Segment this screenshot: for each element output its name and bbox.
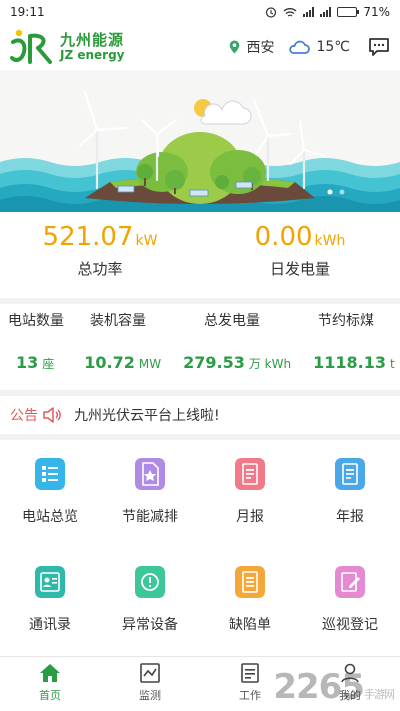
home-icon xyxy=(40,664,60,682)
stats-header-row: 电站数量 装机容量 总发电量 节约标煤 xyxy=(0,304,400,336)
announcement-text: 九州光伏云平台上线啦! xyxy=(74,408,220,424)
annual-report-icon xyxy=(335,458,365,490)
grid-item-abnormal-device[interactable]: 异常设备 xyxy=(100,548,200,656)
function-grid: 电站总览 节能减排 月报 年报 通讯录 异常设备 缺陷单 巡视登记 xyxy=(0,440,400,656)
tab-label: 工作 xyxy=(239,689,261,702)
station-overview-icon xyxy=(35,458,65,490)
total-power-unit: kW xyxy=(135,233,158,249)
stat-label-coal-saved: 节约标煤 xyxy=(318,313,374,329)
inspection-icon xyxy=(335,566,365,598)
daily-generation: 0.00 kWh 日发电量 xyxy=(200,212,400,298)
status-time: 19:11 xyxy=(10,5,45,19)
grid-label: 节能减排 xyxy=(122,509,178,525)
speaker-icon xyxy=(43,407,61,423)
total-power-value: 521.07 xyxy=(42,222,134,252)
announcement-label: 公告 xyxy=(10,408,38,424)
announcement-bar[interactable]: 公告 九州光伏云平台上线啦! xyxy=(0,396,400,434)
abnormal-device-icon xyxy=(135,566,165,598)
monthly-report-icon xyxy=(235,458,265,490)
cloud-weather-icon xyxy=(289,40,311,54)
grid-label: 异常设备 xyxy=(122,617,178,633)
stats-values-row: 13 座 10.72 MW 279.53 万 kWh 1118.13 t xyxy=(0,336,400,388)
location-text[interactable]: 西安 xyxy=(246,37,274,57)
grid-item-monthly-report[interactable]: 月报 xyxy=(200,440,300,548)
watermark-text: 手游网 xyxy=(364,688,395,701)
wifi-icon xyxy=(283,7,297,17)
grid-label: 巡视登记 xyxy=(322,617,378,633)
grid-label: 缺陷单 xyxy=(229,617,271,633)
daily-generation-label: 日发电量 xyxy=(269,260,330,278)
alarm-icon xyxy=(266,7,277,18)
header-right: 西安 15℃ xyxy=(229,37,390,57)
total-power-label: 总功率 xyxy=(77,260,123,278)
daily-generation-value: 0.00 xyxy=(254,222,313,252)
watermark: 2265手游网 xyxy=(273,667,395,707)
grid-label: 月报 xyxy=(236,509,264,525)
grid-item-defect-list[interactable]: 缺陷单 xyxy=(200,548,300,656)
grid-label: 年报 xyxy=(336,509,364,525)
grid-item-station-overview[interactable]: 电站总览 xyxy=(0,440,100,548)
energy-saving-icon xyxy=(135,458,165,490)
stat-value-coal-saved: 1118.13 xyxy=(313,352,386,372)
message-icon[interactable] xyxy=(368,37,390,57)
stat-value-station-count: 13 xyxy=(16,352,39,372)
signal-icon xyxy=(320,7,332,17)
total-power: 521.07 kW 总功率 xyxy=(0,212,200,298)
station-stats: 电站数量 装机容量 总发电量 节约标煤 13 座 10.72 MW 279.53 万 … xyxy=(0,304,400,390)
watermark-number: 2265 xyxy=(273,667,365,707)
monitor-icon xyxy=(140,663,160,683)
stat-label-installed-capacity: 装机容量 xyxy=(90,313,146,329)
work-icon xyxy=(241,663,259,683)
location-pin-icon[interactable] xyxy=(229,40,240,54)
brand-name-cn: 九州能源 xyxy=(60,30,125,49)
tab-label: 监测 xyxy=(139,689,161,702)
battery-percent: 71% xyxy=(363,5,390,19)
stat-label-station-count: 电站数量 xyxy=(8,313,64,329)
status-bar: 19:11 71% xyxy=(0,0,400,24)
stat-value-installed-capacity: 10.72 xyxy=(84,352,135,372)
tab-monitor[interactable]: 监测 xyxy=(100,657,200,711)
stat-unit-station-count: 座 xyxy=(42,356,55,371)
status-icons: 71% xyxy=(265,5,390,19)
grid-item-contacts[interactable]: 通讯录 xyxy=(0,548,100,656)
grid-item-energy-saving[interactable]: 节能减排 xyxy=(100,440,200,548)
signal-icon xyxy=(303,7,315,17)
brand-logo-icon xyxy=(10,29,52,64)
grid-label: 通讯录 xyxy=(29,617,71,633)
grid-item-annual-report[interactable]: 年报 xyxy=(300,440,400,548)
grid-item-inspection[interactable]: 巡视登记 xyxy=(300,548,400,656)
daily-generation-unit: kWh xyxy=(314,233,346,249)
grid-label: 电站总览 xyxy=(22,509,78,525)
battery-icon xyxy=(337,7,360,17)
app-screen: 19:11 71% 九州能源 JZ energy 西安 15℃ 521.07 k… xyxy=(0,0,400,711)
temperature-text: 15℃ xyxy=(316,39,350,55)
brand-name-en: JZ energy xyxy=(60,47,125,62)
stat-value-total-generation: 279.53 xyxy=(183,352,245,372)
app-header: 九州能源 JZ energy 西安 15℃ xyxy=(0,24,400,70)
stat-unit-coal-saved: t xyxy=(389,356,395,371)
stat-label-total-generation: 总发电量 xyxy=(204,313,260,329)
wind-solar-island-illustration xyxy=(0,70,400,212)
tab-home[interactable]: 首页 xyxy=(0,657,100,711)
stat-unit-installed-capacity: MW xyxy=(138,356,162,371)
tab-label: 首页 xyxy=(39,689,61,702)
defect-list-icon xyxy=(235,566,265,598)
power-summary: 521.07 kW 总功率 0.00 kWh 日发电量 xyxy=(0,212,400,298)
stat-unit-total-generation: 万 kWh xyxy=(248,356,292,371)
banner-illustration[interactable] xyxy=(0,70,400,212)
contacts-icon xyxy=(35,566,65,598)
brand-name: 九州能源 JZ energy xyxy=(60,30,125,62)
